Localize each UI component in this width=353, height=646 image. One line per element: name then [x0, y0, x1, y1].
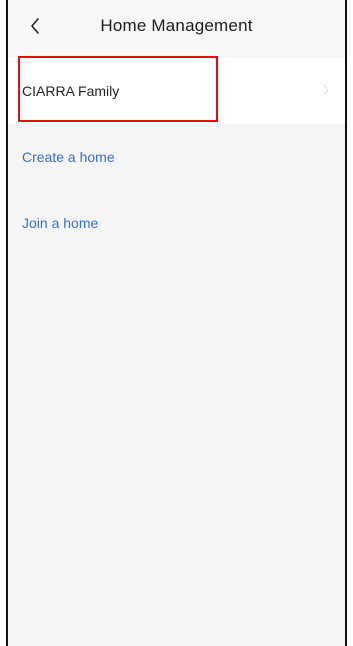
create-home-label: Create a home: [22, 149, 115, 165]
home-list: CIARRA Family Create a home Join a home: [8, 58, 345, 256]
app-header: Home Management: [8, 0, 345, 56]
page-title: Home Management: [100, 16, 253, 35]
join-home-button[interactable]: Join a home: [8, 190, 345, 256]
chevron-right-icon: [323, 84, 329, 96]
join-home-label: Join a home: [22, 215, 99, 231]
create-home-button[interactable]: Create a home: [8, 124, 345, 190]
home-item-ciarra-family[interactable]: CIARRA Family: [8, 58, 345, 124]
home-item-label: CIARRA Family: [22, 83, 120, 99]
phone-screen: Home Management CIARRA Family Create a h…: [6, 0, 347, 646]
